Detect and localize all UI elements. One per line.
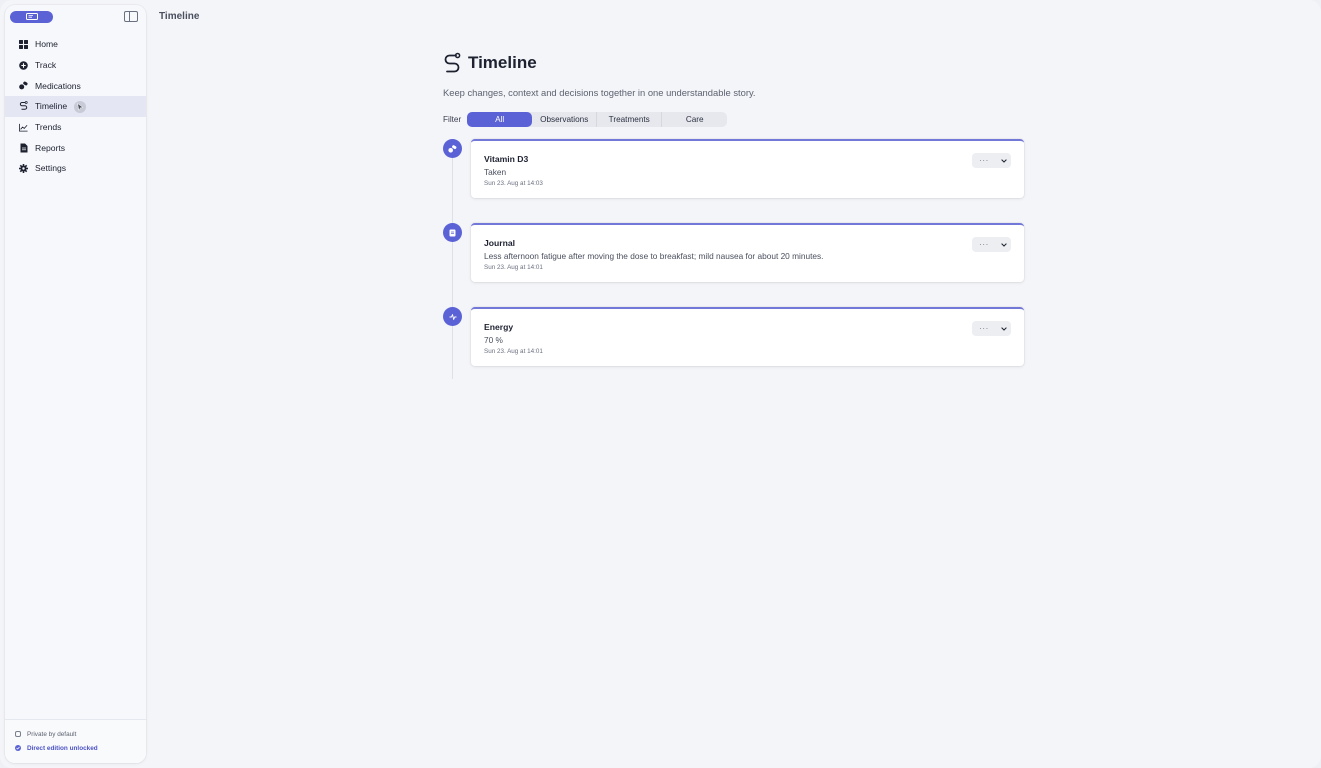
entry-actions: ···: [972, 237, 1011, 252]
filter-option-care[interactable]: Care: [662, 112, 727, 127]
page-subtitle: Keep changes, context and decisions toge…: [443, 87, 756, 98]
page-title: Timeline: [468, 53, 537, 72]
filter-option-all[interactable]: All: [467, 112, 533, 127]
more-options-button[interactable]: ···: [972, 156, 996, 165]
timeline-entry: Energy 70 % Sun 23. Aug at 14:01 ···: [443, 307, 1025, 391]
more-options-button[interactable]: ···: [972, 240, 996, 249]
timeline-list: Vitamin D3 Taken Sun 23. Aug at 14:03 ··…: [443, 139, 1025, 391]
entry-card[interactable]: Vitamin D3 Taken Sun 23. Aug at 14:03 ··…: [471, 139, 1024, 198]
entry-marker: [443, 139, 462, 158]
entry-card[interactable]: Energy 70 % Sun 23. Aug at 14:01 ···: [471, 307, 1024, 366]
entry-timestamp: Sun 23. Aug at 14:01: [484, 264, 543, 271]
gear-icon: [19, 163, 28, 173]
sidebar-item-label: Medications: [35, 80, 81, 91]
entry-marker: [443, 223, 462, 242]
mouse-cursor-icon: [74, 101, 86, 114]
pills-icon: [448, 144, 457, 153]
sidebar-item-label: Settings: [35, 163, 67, 174]
pills-icon: [19, 81, 28, 90]
book-icon: [25, 13, 38, 20]
entry-actions: ···: [972, 153, 1011, 168]
privacy-status: Private by default: [5, 727, 146, 741]
sidebar-item-settings[interactable]: Settings: [5, 158, 146, 179]
sidebar-item-label: Reports: [35, 142, 66, 153]
entry-card[interactable]: Journal Less afternoon fatigue after mov…: [471, 223, 1024, 282]
privacy-label: Private by default: [27, 730, 77, 738]
page-header: Timeline: [443, 52, 1025, 74]
sidebar-toggle-icon[interactable]: [124, 11, 138, 22]
sidebar-item-label: Home: [35, 39, 58, 50]
entry-marker: [443, 307, 462, 326]
filter-option-treatments[interactable]: Treatments: [597, 112, 663, 127]
entry-timestamp: Sun 23. Aug at 14:01: [484, 348, 543, 355]
sidebar-item-home[interactable]: Home: [5, 34, 146, 55]
journal-icon: [449, 229, 456, 236]
pulse-icon: [449, 313, 456, 320]
entry-body: Taken: [484, 167, 507, 177]
plus-circle-icon: [19, 60, 28, 70]
sidebar-nav: Home Track Medications Timeline Trends R…: [5, 34, 146, 179]
entry-actions: ···: [972, 321, 1011, 336]
sidebar-footer: Private by default Direct edition unlock…: [5, 719, 146, 763]
entry-timestamp: Sun 23. Aug at 14:03: [484, 180, 543, 187]
entry-title: Journal: [484, 238, 516, 248]
sidebar-item-track[interactable]: Track: [5, 55, 146, 76]
timeline-icon: [444, 52, 461, 73]
entry-title: Energy: [484, 322, 514, 332]
filter-option-observations[interactable]: Observations: [532, 112, 598, 127]
main-content: Timeline Keep changes, context and decis…: [443, 52, 1025, 391]
sidebar-item-trends[interactable]: Trends: [5, 117, 146, 138]
entry-body: 70 %: [484, 335, 503, 345]
entry-body: Less afternoon fatigue after moving the …: [484, 251, 824, 261]
sidebar-item-label: Trends: [35, 122, 62, 133]
chart-line-icon: [19, 123, 28, 132]
edition-label: Direct edition unlocked: [27, 744, 98, 752]
filter-segmented-control: All Observations Treatments Care: [467, 112, 728, 127]
filter-label: Filter: [443, 115, 462, 124]
more-options-button[interactable]: ···: [972, 324, 996, 333]
grid-icon: [19, 39, 28, 49]
chevron-down-icon[interactable]: [996, 326, 1011, 331]
timeline-entry: Vitamin D3 Taken Sun 23. Aug at 14:03 ··…: [443, 139, 1025, 223]
document-icon: [19, 143, 28, 153]
chevron-down-icon[interactable]: [996, 158, 1011, 163]
sidebar-item-reports[interactable]: Reports: [5, 137, 146, 158]
sidebar-item-medications[interactable]: Medications: [5, 75, 146, 96]
timeline-entry: Journal Less afternoon fatigue after mov…: [443, 223, 1025, 307]
sidebar-item-timeline[interactable]: Timeline: [5, 96, 146, 117]
chevron-down-icon[interactable]: [996, 242, 1011, 247]
shield-icon: [15, 731, 21, 737]
window-title: Timeline: [159, 11, 200, 22]
check-badge-icon: [15, 745, 21, 751]
timeline-icon: [19, 101, 28, 111]
app-logo-button[interactable]: [10, 11, 53, 23]
edition-status: Direct edition unlocked: [5, 741, 146, 755]
app-window: Home Track Medications Timeline Trends R…: [0, 0, 1321, 768]
filter-bar: Filter All Observations Treatments Care: [443, 112, 1025, 127]
sidebar-item-label: Track: [35, 60, 57, 71]
sidebar-item-label: Timeline: [35, 101, 68, 112]
entry-title: Vitamin D3: [484, 154, 529, 164]
sidebar: Home Track Medications Timeline Trends R…: [5, 5, 146, 763]
